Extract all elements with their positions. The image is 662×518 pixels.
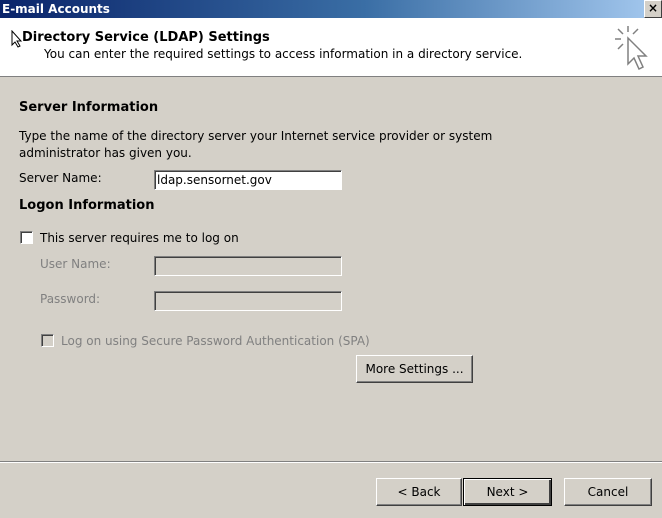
page-title: Directory Service (LDAP) Settings — [22, 30, 270, 45]
wizard-header: Directory Service (LDAP) Settings You ca… — [0, 18, 662, 77]
password-label: Password: — [40, 292, 101, 306]
server-name-input[interactable] — [154, 170, 342, 190]
user-name-label: User Name: — [40, 257, 111, 271]
window-title: E-mail Accounts — [2, 2, 110, 16]
next-button[interactable]: Next > — [463, 478, 552, 506]
page-subtitle: You can enter the required settings to a… — [44, 47, 523, 61]
server-info-description-1: Type the name of the directory server yo… — [19, 129, 493, 143]
server-name-label: Server Name: — [19, 171, 102, 185]
footer-separator — [0, 461, 662, 463]
logon-info-heading: Logon Information — [19, 198, 155, 213]
more-settings-button[interactable]: More Settings ... — [356, 355, 473, 383]
requires-logon-checkbox[interactable] — [20, 231, 33, 244]
password-input[interactable] — [154, 291, 342, 311]
user-name-input[interactable] — [154, 256, 342, 276]
cancel-button[interactable]: Cancel — [564, 478, 652, 506]
spa-checkbox[interactable] — [41, 334, 54, 347]
requires-logon-label[interactable]: This server requires me to log on — [40, 231, 239, 245]
title-bar: E-mail Accounts × — [0, 0, 662, 18]
close-button[interactable]: × — [644, 0, 662, 18]
server-info-heading: Server Information — [19, 100, 159, 115]
spa-label: Log on using Secure Password Authenticat… — [61, 334, 370, 348]
close-icon: × — [647, 1, 659, 15]
wizard-cursor-icon — [615, 26, 648, 71]
back-button[interactable]: < Back — [376, 478, 462, 506]
server-info-description-2: administrator has given you. — [19, 146, 192, 160]
